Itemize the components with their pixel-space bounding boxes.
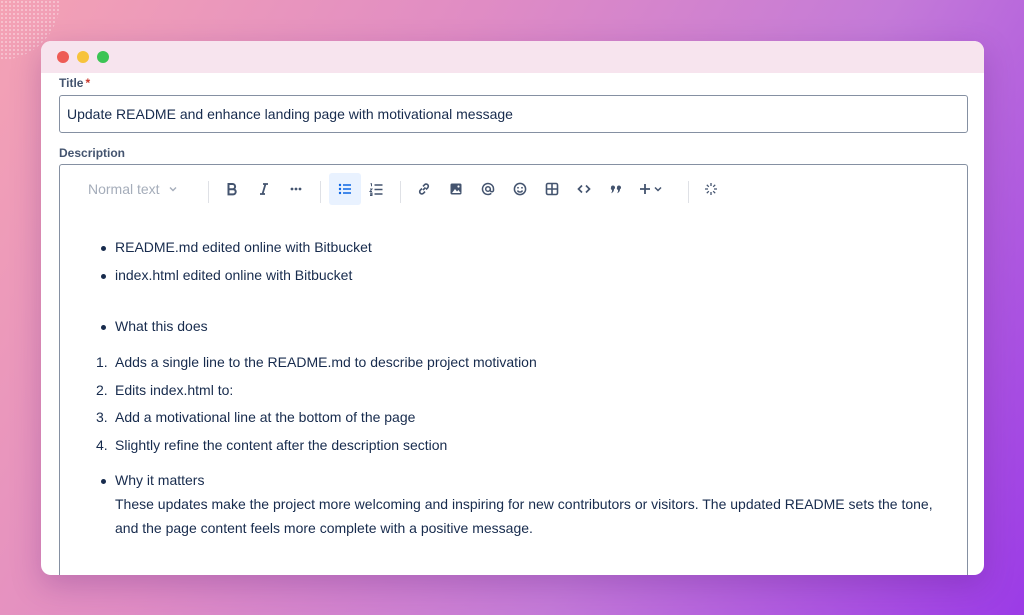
ai-icon[interactable] — [697, 173, 725, 205]
text-style-dropdown[interactable]: Normal text — [80, 173, 192, 205]
why-paragraph: These updates make the project more welc… — [115, 496, 933, 536]
text-style-label: Normal text — [88, 181, 160, 197]
window-titlebar — [41, 41, 984, 73]
toolbar-divider — [688, 181, 689, 203]
quote-icon[interactable] — [602, 173, 630, 205]
minimize-window-button[interactable] — [77, 51, 89, 63]
title-input-value: Update README and enhance landing page w… — [67, 106, 513, 122]
image-icon[interactable] — [442, 173, 470, 205]
title-label-text: Title — [59, 76, 84, 90]
section-heading: What this does — [115, 318, 208, 334]
mention-icon[interactable] — [474, 173, 502, 205]
numbered-item-text: Edits index.html to: — [115, 382, 234, 398]
bullet-marker — [101, 479, 106, 484]
description-editor[interactable]: Normal text README.md edited online with… — [59, 164, 968, 575]
description-label: Description — [59, 146, 126, 160]
code-icon[interactable] — [570, 173, 598, 205]
number-marker: 4. — [96, 437, 108, 453]
form-content: Title * Update README and enhance landing… — [41, 73, 984, 575]
number-marker: 1. — [96, 354, 108, 370]
numbered-item-text: Adds a single line to the README.md to d… — [115, 354, 537, 370]
bold-icon[interactable] — [218, 173, 246, 205]
number-marker: 2. — [96, 382, 108, 398]
number-marker: 3. — [96, 409, 108, 425]
section-heading: Why it matters — [115, 472, 205, 488]
bullet-marker — [101, 274, 106, 279]
bullet-marker — [101, 325, 106, 330]
bullet-marker — [101, 246, 106, 251]
link-icon[interactable] — [410, 173, 438, 205]
table-icon[interactable] — [538, 173, 566, 205]
list-item-text: index.html edited online with Bitbucket — [115, 267, 353, 283]
maximize-window-button[interactable] — [97, 51, 109, 63]
list-item-text: README.md edited online with Bitbucket — [115, 239, 372, 255]
chevron-down-icon — [168, 184, 178, 194]
emoji-icon[interactable] — [506, 173, 534, 205]
app-window: Title * Update README and enhance landing… — [41, 41, 984, 575]
insert-icon[interactable] — [634, 173, 670, 205]
close-window-button[interactable] — [57, 51, 69, 63]
toolbar-divider — [208, 181, 209, 203]
numbered-item-text: Add a motivational line at the bottom of… — [115, 409, 416, 425]
numbered-item-text: Slightly refine the content after the de… — [115, 437, 448, 453]
title-input[interactable]: Update README and enhance landing page w… — [59, 95, 968, 133]
editor-toolbar: Normal text — [60, 173, 967, 205]
required-mark: * — [85, 76, 91, 90]
more-icon[interactable] — [282, 173, 310, 205]
title-label: Title * — [59, 76, 90, 90]
numbered-list-icon[interactable] — [362, 173, 390, 205]
bullet-list-icon[interactable] — [329, 173, 361, 205]
toolbar-divider — [400, 181, 401, 203]
toolbar-divider — [320, 181, 321, 203]
italic-icon[interactable] — [250, 173, 278, 205]
